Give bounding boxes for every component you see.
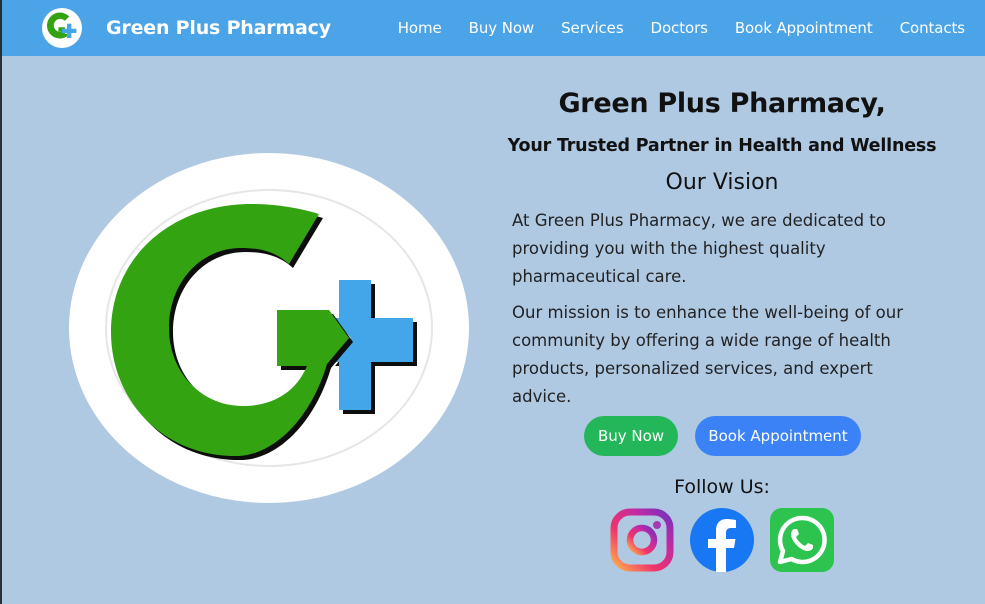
pharmacy-logo-icon [105,189,433,467]
vision-heading: Our Vision [665,170,779,195]
window-edge [0,0,2,604]
nav-contacts[interactable]: Contacts [900,19,965,37]
cta-buttons: Buy Now Book Appointment [584,416,861,456]
nav-book-appointment[interactable]: Book Appointment [735,19,873,37]
instagram-icon[interactable] [610,508,674,572]
whatsapp-icon[interactable] [770,508,834,572]
follow-us-label: Follow Us: [674,476,770,498]
nav-doctors[interactable]: Doctors [651,19,708,37]
nav-home[interactable]: Home [398,19,442,37]
buy-now-button[interactable]: Buy Now [584,416,678,456]
navbar: Green Plus Pharmacy Home Buy Now Service… [2,0,985,56]
brand-logo-icon[interactable] [42,8,82,48]
nav-buy-now[interactable]: Buy Now [469,19,535,37]
facebook-icon[interactable] [690,508,754,572]
vision-paragraph: At Green Plus Pharmacy, we are dedicated… [512,211,886,286]
hero-content: Green Plus Pharmacy, Your Trusted Partne… [480,80,964,572]
brand-name[interactable]: Green Plus Pharmacy [106,17,331,39]
nav-services[interactable]: Services [561,19,624,37]
nav-links: Home Buy Now Services Doctors Book Appoi… [371,0,965,56]
mission-paragraph: Our mission is to enhance the well-being… [512,303,904,406]
book-appointment-button[interactable]: Book Appointment [695,416,861,456]
page-title: Green Plus Pharmacy, [558,88,886,119]
social-links [610,508,850,572]
page-subtitle: Your Trusted Partner in Health and Welln… [507,136,937,156]
